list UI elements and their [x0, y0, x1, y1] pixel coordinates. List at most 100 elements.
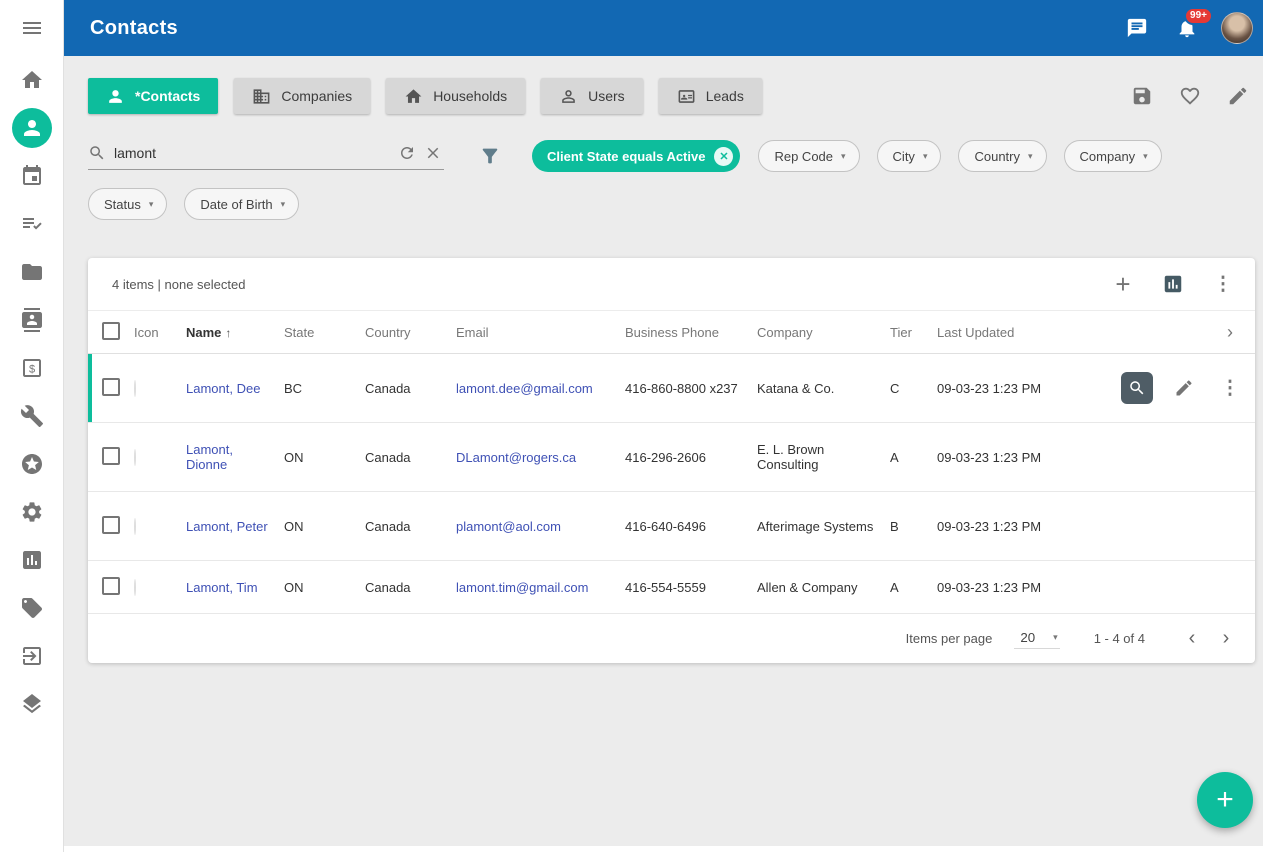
select-all-checkbox[interactable]	[102, 322, 120, 340]
tab-contacts[interactable]: *Contacts	[88, 78, 218, 114]
svg-text:$: $	[28, 364, 34, 376]
sidebar-item-reports[interactable]	[8, 536, 56, 584]
filter-chip-date-of-birth[interactable]: Date of Birth ▾	[184, 188, 299, 220]
chevron-down-icon: ▾	[1143, 151, 1148, 162]
filter-button[interactable]	[474, 140, 506, 172]
tab-leads[interactable]: Leads	[659, 78, 762, 114]
contact-name-link[interactable]: Lamont, Dee	[186, 381, 260, 396]
sidebar-item-exit[interactable]	[8, 632, 56, 680]
column-last-updated[interactable]: Last Updated	[937, 325, 1087, 340]
column-name[interactable]: Name↑	[186, 325, 284, 340]
sidebar-item-layers[interactable]	[8, 680, 56, 728]
tab-label: Leads	[706, 88, 744, 104]
sidebar: $	[0, 0, 64, 852]
cell-tier: A	[890, 580, 937, 595]
cell-state: ON	[284, 450, 365, 465]
contact-avatar	[134, 449, 136, 466]
filter-chip-country[interactable]: Country ▾	[958, 140, 1046, 172]
remove-filter-icon[interactable]: ✕	[714, 147, 733, 166]
tab-users[interactable]: Users	[541, 78, 643, 114]
cell-phone: 416-640-6496	[625, 519, 757, 534]
sidebar-item-files[interactable]	[8, 248, 56, 296]
sidebar-item-contacts[interactable]	[8, 104, 56, 152]
tab-households[interactable]: Households	[386, 78, 525, 114]
contact-email-link[interactable]: plamont@aol.com	[456, 519, 561, 534]
contact-email-link[interactable]: DLamont@rogers.ca	[456, 450, 576, 465]
more-options-button[interactable]: ⋮	[1205, 266, 1241, 302]
menu-button[interactable]	[8, 4, 56, 52]
column-icon[interactable]: Icon	[134, 325, 186, 340]
column-tier[interactable]: Tier	[890, 325, 937, 340]
column-state[interactable]: State	[284, 325, 365, 340]
contact-name-link[interactable]: Lamont, Tim	[186, 580, 258, 595]
contact-name-link[interactable]: Lamont, Peter	[186, 519, 268, 534]
chip-label: Country	[974, 149, 1020, 164]
chat-button[interactable]	[1121, 12, 1153, 44]
filter-chip-rep-code[interactable]: Rep Code ▾	[758, 140, 859, 172]
expand-columns-button[interactable]: ›	[1215, 317, 1245, 347]
analytics-button[interactable]	[1155, 266, 1191, 302]
preview-contact-button[interactable]	[1121, 372, 1153, 404]
table-row[interactable]: Lamont, Peter ON Canada plamont@aol.com …	[88, 492, 1255, 561]
cell-last-updated: 09-03-23 1:23 PM	[937, 381, 1087, 396]
edit-contact-button[interactable]	[1169, 373, 1199, 403]
edit-view-button[interactable]	[1227, 85, 1249, 107]
column-company[interactable]: Company	[757, 325, 890, 340]
sidebar-item-featured[interactable]	[8, 440, 56, 488]
filter-chip-status[interactable]: Status ▾	[88, 188, 167, 220]
tab-label: Companies	[281, 88, 352, 104]
row-checkbox[interactable]	[102, 577, 120, 595]
layers-icon	[20, 692, 44, 716]
table-row[interactable]: Lamont, Tim ON Canada lamont.tim@gmail.c…	[88, 561, 1255, 613]
previous-page-button[interactable]: ‹	[1175, 622, 1209, 656]
sidebar-item-address-book[interactable]	[8, 296, 56, 344]
sidebar-item-tools[interactable]	[8, 392, 56, 440]
column-country[interactable]: Country	[365, 325, 456, 340]
clear-search-button[interactable]	[422, 142, 444, 164]
contact-avatar	[134, 579, 136, 596]
row-checkbox[interactable]	[102, 516, 120, 534]
row-checkbox[interactable]	[102, 447, 120, 465]
column-email[interactable]: Email	[456, 325, 625, 340]
row-checkbox[interactable]	[102, 378, 120, 396]
cell-country: Canada	[365, 450, 456, 465]
sidebar-item-billing[interactable]: $	[8, 344, 56, 392]
add-contact-fab[interactable]: +	[1197, 772, 1253, 828]
tab-companies[interactable]: Companies	[234, 78, 370, 114]
items-per-page-select[interactable]: 20 ▾	[1014, 628, 1059, 649]
cell-company: E. L. Brown Consulting	[757, 442, 890, 472]
user-menu-button[interactable]	[1221, 12, 1253, 44]
contact-name-link[interactable]: Lamont, Dionne	[186, 442, 233, 472]
save-view-button[interactable]	[1131, 85, 1153, 107]
favorite-view-button[interactable]	[1179, 85, 1201, 107]
sidebar-item-home[interactable]	[8, 56, 56, 104]
gear-icon	[20, 500, 44, 524]
sidebar-item-tags[interactable]	[8, 584, 56, 632]
sidebar-item-tasks[interactable]	[8, 200, 56, 248]
sidebar-item-settings[interactable]	[8, 488, 56, 536]
app-root: $ Contacts	[0, 0, 1263, 852]
table-row[interactable]: Lamont, Dionne ON Canada DLamont@rogers.…	[88, 423, 1255, 492]
add-column-button[interactable]: +	[1105, 266, 1141, 302]
notification-badge: 99+	[1184, 7, 1213, 25]
notifications-button[interactable]: 99+	[1171, 12, 1203, 44]
contact-email-link[interactable]: lamont.dee@gmail.com	[456, 381, 593, 396]
table-row[interactable]: Lamont, Dee BC Canada lamont.dee@gmail.c…	[88, 354, 1255, 423]
exit-to-app-icon	[20, 644, 44, 668]
filter-chip-city[interactable]: City ▾	[877, 140, 942, 172]
cell-phone: 416-554-5559	[625, 580, 757, 595]
active-filter-chip[interactable]: Client State equals Active ✕	[532, 140, 740, 172]
chip-label: City	[893, 149, 915, 164]
person-icon	[12, 108, 52, 148]
hamburger-icon	[20, 16, 44, 40]
refresh-icon	[398, 144, 416, 162]
filter-chip-company[interactable]: Company ▾	[1064, 140, 1162, 172]
column-business-phone[interactable]: Business Phone	[625, 325, 757, 340]
toolbar-icons: + ⋮	[1105, 266, 1241, 302]
sidebar-item-calendar[interactable]	[8, 152, 56, 200]
row-more-options-button[interactable]: ⋮	[1215, 373, 1245, 403]
refresh-search-button[interactable]	[396, 142, 418, 164]
next-page-button[interactable]: ›	[1209, 622, 1243, 656]
search-input[interactable]	[114, 145, 384, 161]
contact-email-link[interactable]: lamont.tim@gmail.com	[456, 580, 588, 595]
